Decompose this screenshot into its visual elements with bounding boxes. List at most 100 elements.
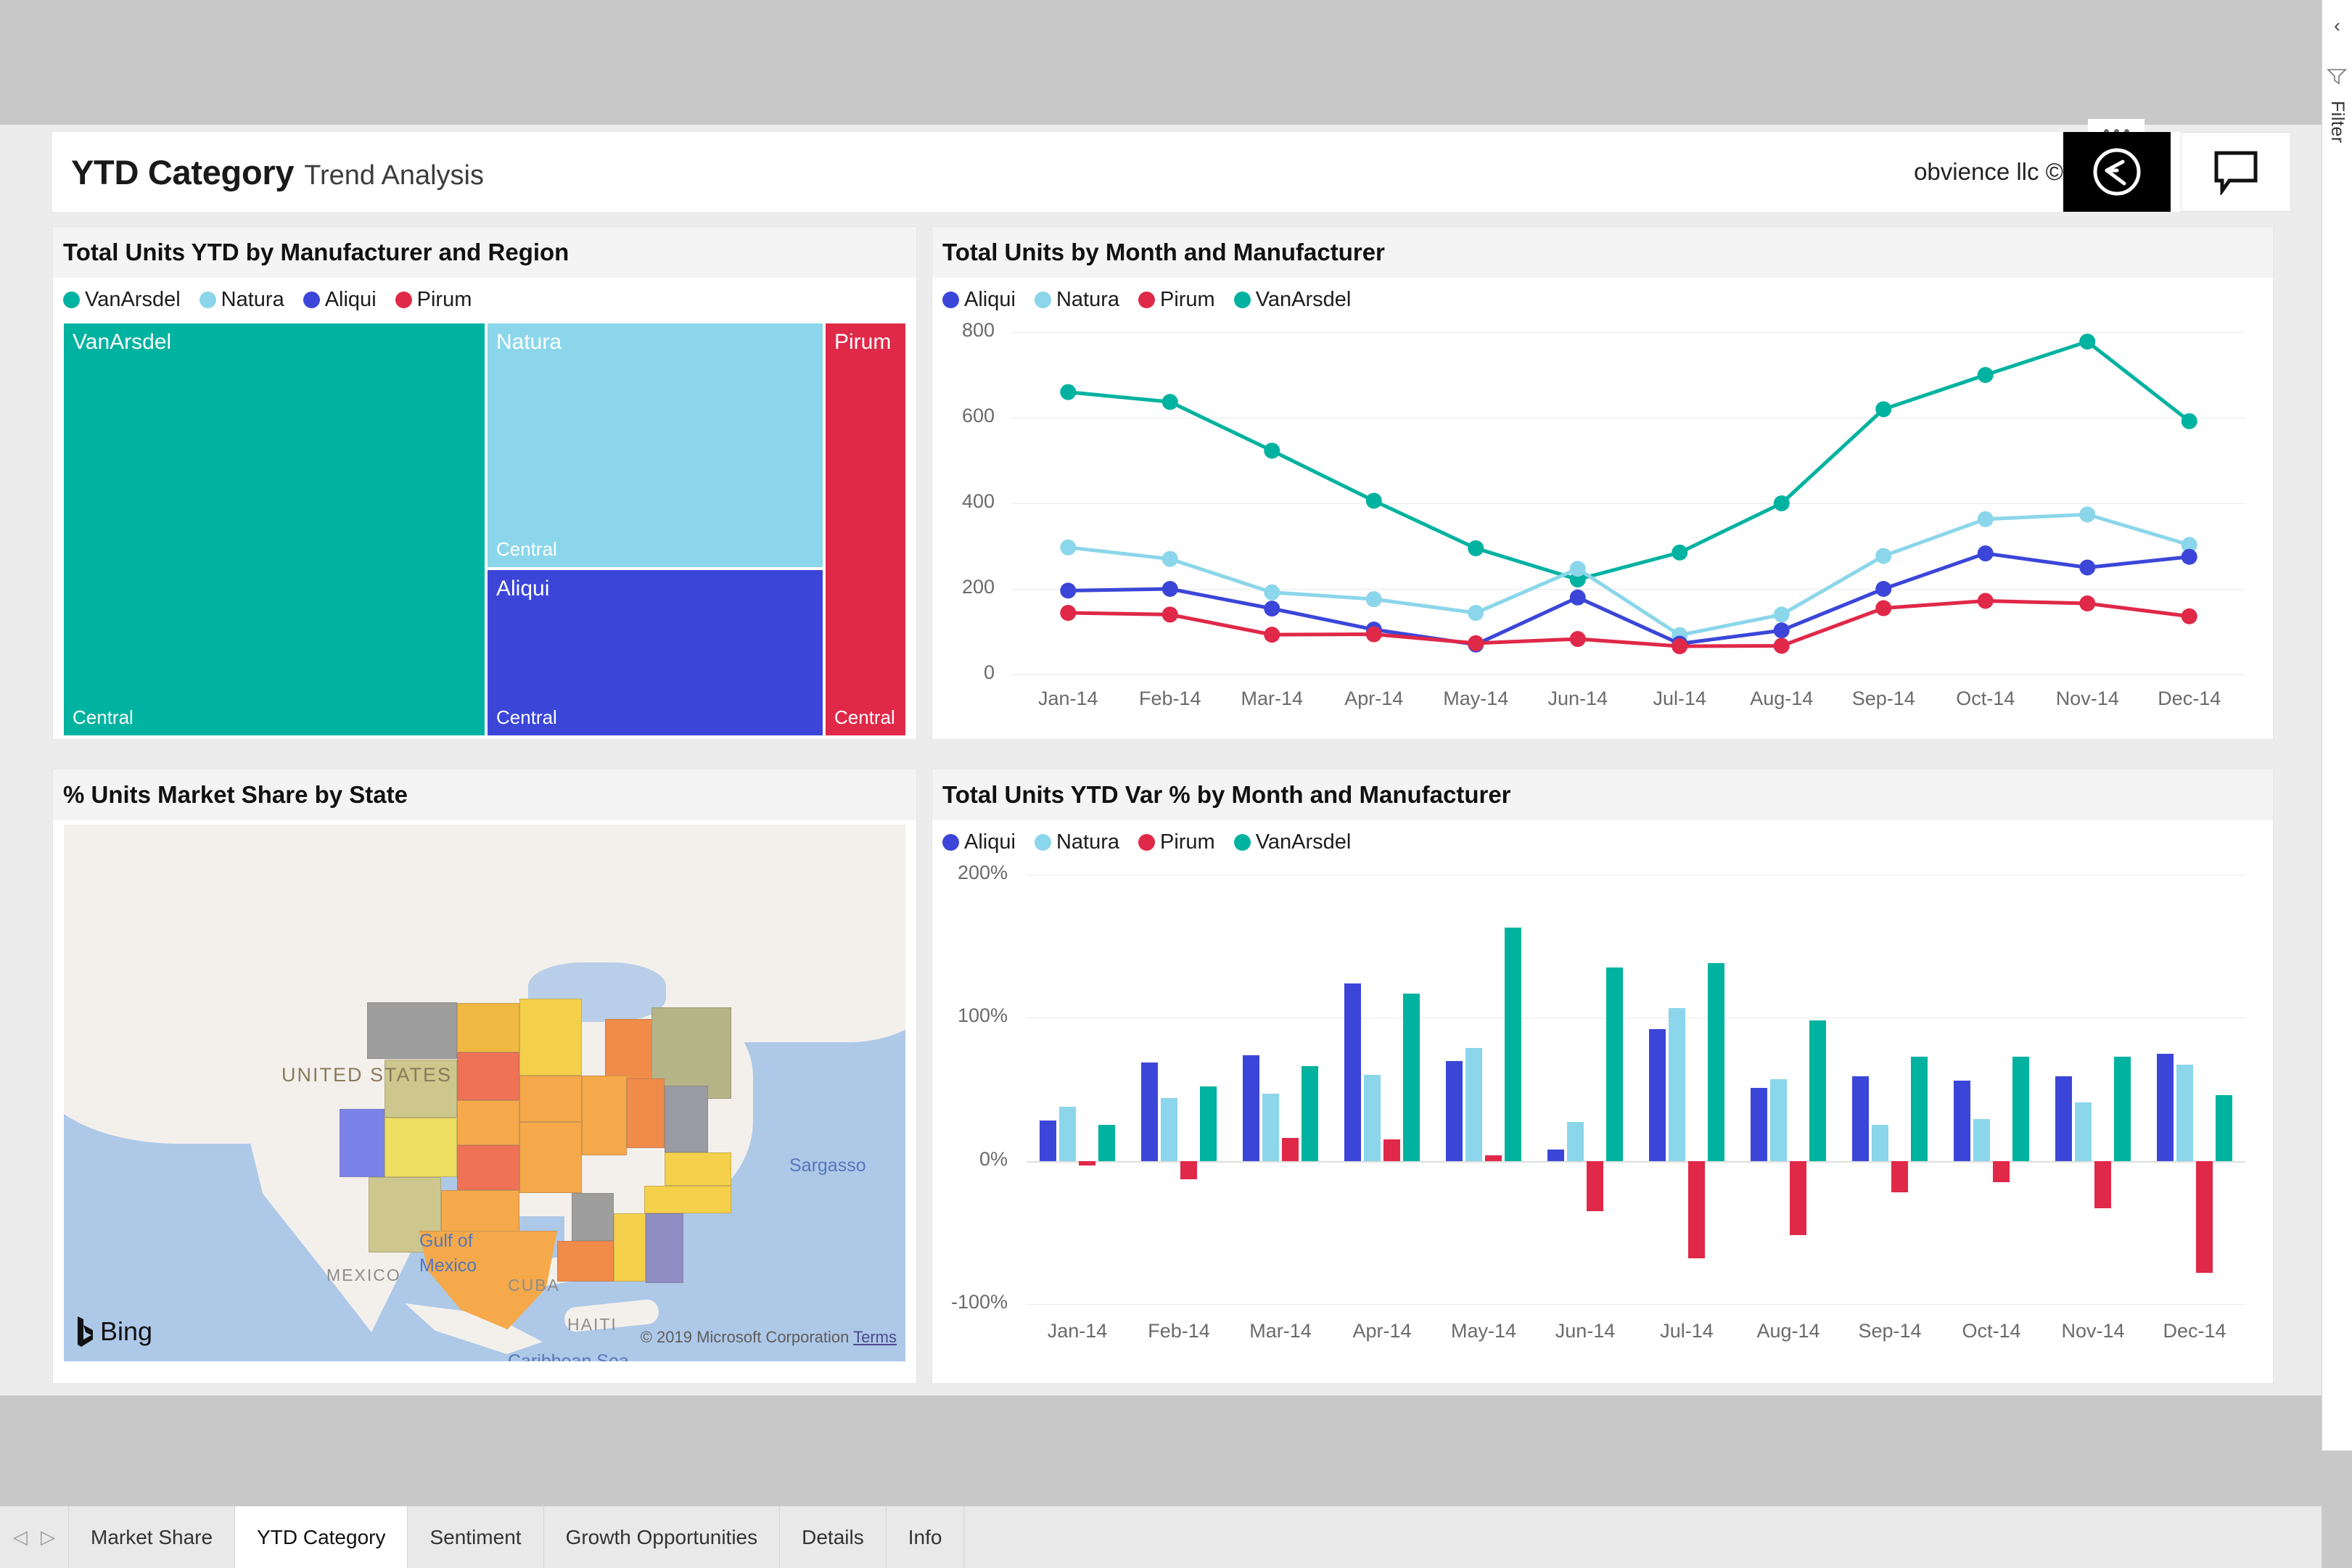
state-north-dakota[interactable] [457,1003,519,1052]
bar-pirum-jan-14[interactable] [1079,1160,1095,1165]
line-marker-pirum[interactable] [1569,631,1586,648]
line-marker-aliqui[interactable] [1569,589,1586,606]
bar-chart-plot[interactable]: -100% 0% 100% 200% Jan-14 Feb-14 Mar-14 Apr-14 M… [932,862,2267,1362]
bar-vanarsdel-jan-14[interactable] [1098,1125,1115,1161]
bar-pirum-apr-14[interactable] [1383,1139,1400,1161]
line-marker-vanarsdel[interactable] [1672,544,1688,561]
bar-aliqui-apr-14[interactable] [1344,983,1361,1161]
treemap-legend-item-pirum[interactable]: Pirum [395,288,472,312]
line-marker-vanarsdel[interactable] [2079,333,2096,350]
line-chart-legend[interactable]: Aliqui Natura Pirum VanArsdel [932,278,2273,319]
line-marker-aliqui[interactable] [1977,545,1994,562]
bar-vanarsdel-jun-14[interactable] [1606,967,1623,1161]
state-louisiana[interactable] [557,1241,614,1282]
state-indiana[interactable] [627,1078,665,1148]
state-nebraska[interactable] [457,1100,519,1145]
state-colorado[interactable] [385,1118,457,1177]
chevron-left-icon[interactable]: ‹ [2334,16,2340,35]
line-marker-aliqui[interactable] [2181,548,2197,565]
map-visual[interactable]: % Units Market Share by State UNITED STA… [52,769,917,1384]
treemap-legend-item-vanarsdel[interactable]: VanArsdel [63,288,181,312]
bar-vanarsdel-jul-14[interactable] [1708,963,1724,1161]
bar-pirum-jun-14[interactable] [1587,1160,1603,1211]
line-legend-item-pirum[interactable]: Pirum [1138,288,1215,312]
bar-natura-jun-14[interactable] [1567,1122,1584,1161]
treemap-legend-item-aliqui[interactable]: Aliqui [303,288,377,312]
state-ohio[interactable] [665,1086,708,1152]
line-chart-visual[interactable]: Total Units by Month and Manufacturer Al… [932,226,2274,740]
map-plot[interactable]: UNITED STATES MEXICO CUBA HAITI Gulf of … [64,825,905,1361]
bar-natura-may-14[interactable] [1465,1047,1482,1161]
line-series-natura[interactable] [1067,512,2190,637]
tab-ytd-category[interactable]: YTD Category [235,1506,408,1568]
line-legend-item-aliqui[interactable]: Aliqui [942,288,1016,312]
treemap-legend-item-natura[interactable]: Natura [199,288,284,312]
line-marker-vanarsdel[interactable] [1773,495,1790,511]
line-marker-natura[interactable] [1569,561,1586,577]
line-marker-natura[interactable] [1977,511,1994,527]
bar-aliqui-jan-14[interactable] [1040,1121,1056,1161]
state-south-dakota[interactable] [457,1052,519,1100]
bar-pirum-sep-14[interactable] [1891,1160,1908,1193]
bar-aliqui-sep-14[interactable] [1852,1076,1869,1161]
bar-aliqui-nov-14[interactable] [2055,1076,2072,1161]
bar-natura-nov-14[interactable] [2075,1102,2092,1161]
line-marker-aliqui[interactable] [1161,581,1178,597]
state-utah[interactable] [340,1109,385,1177]
state-illinois[interactable] [582,1076,627,1155]
bar-natura-apr-14[interactable] [1364,1075,1381,1161]
line-marker-pirum[interactable] [1672,638,1688,655]
line-chart-plot[interactable]: 0 200 400 600 800 Jan-14 Feb-14 Mar-14 Apr-14 May… [932,319,2267,725]
line-legend-item-natura[interactable]: Natura [1034,288,1119,312]
line-marker-pirum[interactable] [1875,600,1892,616]
line-marker-natura[interactable] [1773,606,1790,623]
bar-vanarsdel-aug-14[interactable] [1809,1020,1826,1161]
circled-arrow-logo-icon[interactable] [2063,132,2171,212]
bar-natura-aug-14[interactable] [1770,1079,1787,1161]
bar-natura-feb-14[interactable] [1161,1097,1177,1161]
bar-pirum-feb-14[interactable] [1180,1160,1197,1180]
map-terms-link[interactable]: Terms [853,1328,897,1346]
bar-natura-mar-14[interactable] [1262,1093,1279,1161]
line-marker-natura[interactable] [2079,506,2096,523]
line-marker-natura[interactable] [1161,550,1178,567]
line-marker-aliqui[interactable] [1875,581,1892,597]
state-montana[interactable] [367,1002,457,1059]
bar-pirum-jul-14[interactable] [1688,1160,1705,1258]
state-iowa[interactable] [519,1076,582,1122]
bar-vanarsdel-feb-14[interactable] [1200,1086,1217,1161]
line-marker-pirum[interactable] [2181,608,2197,624]
bar-natura-dec-14[interactable] [2176,1065,2193,1161]
bar-aliqui-jun-14[interactable] [1547,1149,1564,1161]
line-marker-aliqui[interactable] [1060,582,1077,599]
line-marker-pirum[interactable] [1977,593,1994,609]
line-marker-pirum[interactable] [1060,605,1077,622]
state-oklahoma[interactable] [441,1190,519,1232]
line-marker-aliqui[interactable] [2079,559,2096,576]
line-series-pirum[interactable] [1068,599,2190,648]
bar-vanarsdel-may-14[interactable] [1505,928,1521,1161]
tab-details[interactable]: Details [780,1506,887,1568]
bar-aliqui-jul-14[interactable] [1649,1029,1666,1161]
line-marker-natura[interactable] [1875,548,1892,564]
line-marker-natura[interactable] [1060,539,1077,556]
bar-aliqui-feb-14[interactable] [1141,1062,1158,1161]
bar-legend-item-natura[interactable]: Natura [1034,830,1119,854]
page-tab-bar[interactable]: ◁ ▷ Market Share YTD Category Sentiment Gro… [0,1506,2322,1568]
bar-pirum-oct-14[interactable] [1993,1160,2010,1183]
line-marker-natura[interactable] [1365,591,1382,608]
treemap-cell-natura[interactable]: Natura Central [488,323,823,567]
line-marker-vanarsdel[interactable] [2181,413,2197,429]
bar-aliqui-oct-14[interactable] [1954,1081,1970,1161]
tab-growth-opportunities[interactable]: Growth Opportunities [543,1506,781,1568]
tab-market-share[interactable]: Market Share [68,1506,236,1568]
bar-pirum-may-14[interactable] [1485,1155,1502,1161]
filter-pane-collapsed[interactable]: ‹ Filter [2322,0,2352,1451]
line-marker-aliqui[interactable] [1773,622,1790,639]
line-marker-natura[interactable] [1468,605,1484,622]
bar-natura-sep-14[interactable] [1872,1125,1888,1161]
state-kansas[interactable] [457,1145,519,1190]
state-tennessee[interactable] [644,1186,731,1213]
bar-pirum-mar-14[interactable] [1282,1138,1299,1161]
state-minnesota[interactable] [519,999,582,1076]
